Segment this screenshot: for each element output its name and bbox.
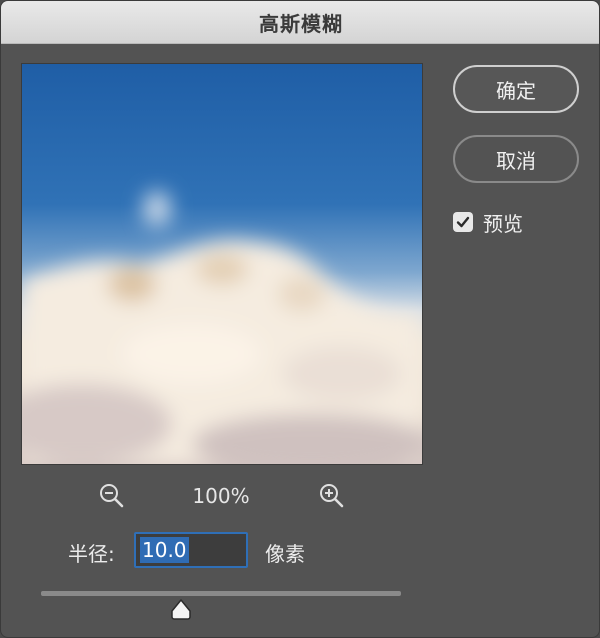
zoom-controls: 100% bbox=[21, 479, 421, 511]
zoom-out-icon[interactable] bbox=[97, 481, 127, 511]
ok-button[interactable]: 确定 bbox=[453, 65, 579, 113]
dialog-title: 高斯模糊 bbox=[1, 1, 599, 44]
radius-unit-label: 像素 bbox=[265, 542, 305, 566]
radius-input[interactable]: 10.0 bbox=[134, 532, 248, 568]
preview-image-content bbox=[22, 191, 422, 464]
blur-preview-image[interactable] bbox=[21, 63, 423, 465]
cancel-button[interactable]: 取消 bbox=[453, 135, 579, 183]
zoom-in-icon[interactable] bbox=[317, 481, 347, 511]
radius-slider[interactable] bbox=[41, 591, 401, 596]
preview-checkbox[interactable]: 预览 bbox=[453, 208, 523, 236]
preview-checkbox-label: 预览 bbox=[483, 211, 523, 236]
gaussian-blur-dialog: 高斯模糊 确定 取消 预览 100% 半径: 10.0 像素 bbox=[0, 0, 600, 638]
radius-value: 10.0 bbox=[140, 537, 189, 563]
radius-label: 半径: bbox=[68, 542, 115, 566]
checkmark-icon[interactable] bbox=[453, 212, 473, 232]
slider-thumb-icon[interactable] bbox=[170, 598, 192, 620]
zoom-level: 100% bbox=[192, 484, 250, 508]
